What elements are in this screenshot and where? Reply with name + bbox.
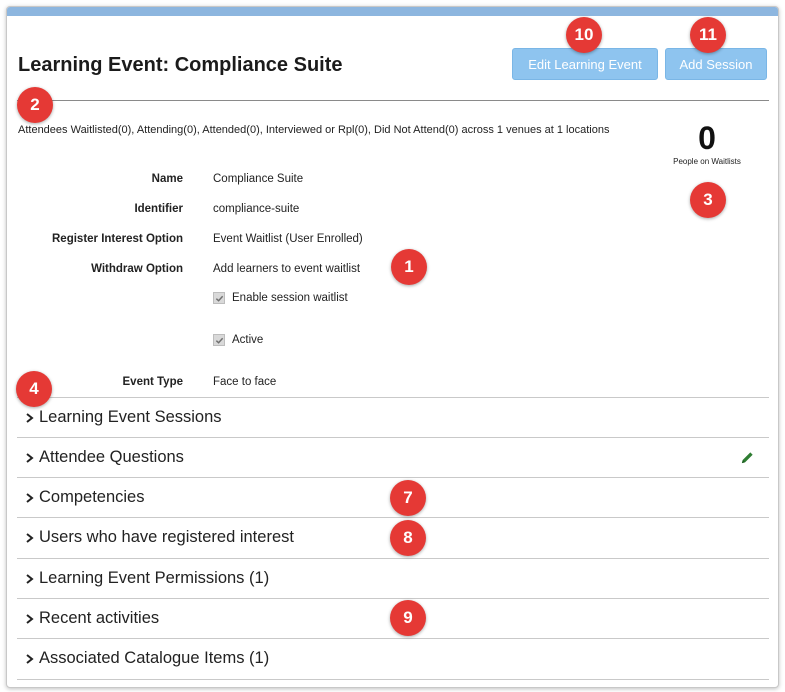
section-label: Learning Event Permissions (1)	[39, 569, 270, 587]
register-interest-label: Register Interest Option	[52, 233, 183, 245]
section-attendee-questions[interactable]: Attendee Questions	[17, 437, 769, 477]
check-icon	[213, 334, 225, 346]
section-associated-catalogue-items[interactable]: Associated Catalogue Items (1)	[17, 638, 769, 678]
section-label: Users who have registered interest	[39, 528, 294, 546]
section-learning-event-sessions[interactable]: Learning Event Sessions	[17, 397, 769, 437]
waitlist-count: 0	[698, 120, 716, 156]
sections-bottom-divider	[17, 679, 769, 680]
attendee-summary: Attendees Waitlisted(0), Attending(0), A…	[18, 124, 610, 136]
identifier-label: Identifier	[134, 203, 183, 215]
enable-session-waitlist-label: Enable session waitlist	[232, 292, 348, 304]
withdraw-option-label: Withdraw Option	[91, 263, 183, 275]
chevron-right-icon	[26, 492, 34, 503]
callout-marker: 1	[391, 249, 427, 285]
detail-row-identifier: Identifier compliance-suite	[7, 203, 607, 219]
header-divider	[17, 100, 769, 101]
chevron-right-icon	[26, 653, 34, 664]
callout-marker: 8	[390, 520, 426, 556]
active-checkbox[interactable]: Active	[213, 334, 263, 346]
waitlist-label: People on Waitlists	[673, 157, 741, 166]
waitlist-counter: 0 People on Waitlists	[662, 121, 752, 166]
name-label: Name	[151, 173, 183, 185]
chevron-right-icon	[26, 613, 34, 624]
chevron-right-icon	[26, 452, 34, 463]
name-value: Compliance Suite	[213, 173, 304, 185]
page-title: Learning Event: Compliance Suite	[18, 54, 343, 76]
callout-marker: 4	[16, 371, 52, 407]
section-label: Recent activities	[39, 609, 160, 627]
chevron-right-icon	[26, 412, 34, 423]
chevron-right-icon	[26, 573, 34, 584]
callout-marker: 7	[390, 480, 426, 516]
detail-row-register-interest: Register Interest Option Event Waitlist …	[7, 233, 607, 249]
add-session-button[interactable]: Add Session	[665, 48, 767, 80]
register-interest-value: Event Waitlist (User Enrolled)	[213, 233, 363, 245]
event-type-value: Face to face	[213, 376, 277, 388]
callout-marker: 2	[17, 87, 53, 123]
check-icon	[213, 292, 225, 304]
detail-row-event-type: Event Type Face to face	[7, 376, 607, 392]
section-label: Learning Event Sessions	[39, 408, 222, 426]
chevron-right-icon	[26, 532, 34, 543]
section-label: Associated Catalogue Items (1)	[39, 649, 270, 667]
callout-marker: 10	[566, 17, 602, 53]
callout-marker: 11	[690, 17, 726, 53]
section-label: Attendee Questions	[39, 448, 184, 466]
active-label: Active	[232, 334, 264, 346]
withdraw-option-value: Add learners to event waitlist	[213, 263, 361, 275]
section-permissions[interactable]: Learning Event Permissions (1)	[17, 558, 769, 598]
identifier-value: compliance-suite	[213, 203, 300, 215]
section-label: Competencies	[39, 488, 145, 506]
callout-marker: 9	[390, 600, 426, 636]
detail-row-name: Name Compliance Suite	[7, 173, 607, 189]
pencil-icon[interactable]	[740, 450, 755, 465]
enable-session-waitlist-checkbox[interactable]: Enable session waitlist	[213, 292, 348, 304]
learning-event-panel: Learning Event: Compliance Suite Edit Le…	[6, 6, 779, 688]
panel-top-bar	[7, 7, 778, 16]
callout-marker: 3	[690, 182, 726, 218]
detail-row-withdraw: Withdraw Option Add learners to event wa…	[7, 263, 607, 279]
